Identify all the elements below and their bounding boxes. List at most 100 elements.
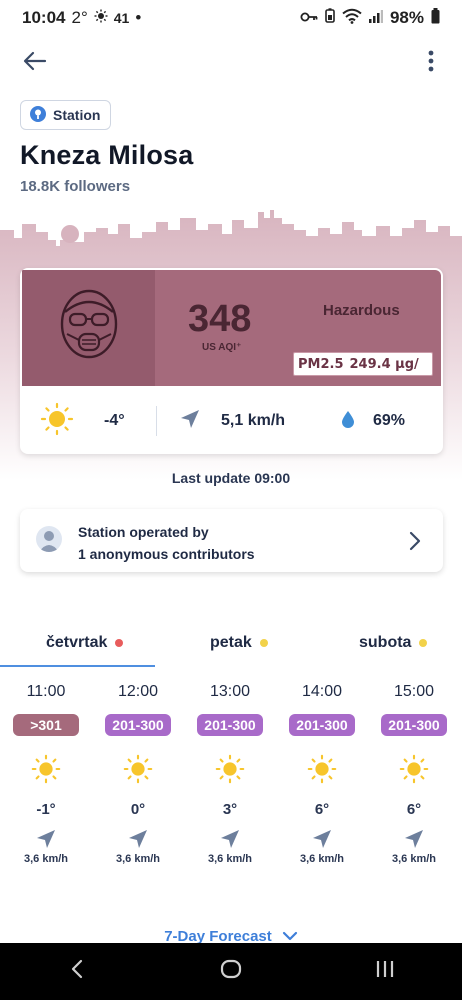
aqi-main: 348 US AQI⁺ Hazardous PM2.5 249.4 µg/ bbox=[155, 270, 441, 386]
contributors-line1: Station operated by bbox=[78, 524, 209, 540]
hour-time: 13:00 bbox=[209, 683, 251, 700]
aqi-value: 348 bbox=[188, 298, 252, 340]
sun-small-icon bbox=[94, 8, 108, 28]
hourly-item: 13:00 201-300 3° 3,6 km/h bbox=[184, 680, 276, 865]
weather-temp-cell: -4° bbox=[20, 402, 156, 441]
pollutant-name: PM2.5 bbox=[298, 356, 344, 372]
battery-percent: 98% bbox=[389, 8, 424, 27]
hour-time: 14:00 bbox=[301, 683, 343, 700]
battery-icon bbox=[431, 7, 440, 29]
followers-count: 18.8K followers bbox=[20, 178, 131, 195]
status-notif-count: 41 bbox=[113, 10, 130, 26]
wind-direction-icon bbox=[311, 828, 333, 850]
back-button[interactable] bbox=[18, 46, 52, 80]
hour-wind-speed: 3,6 km/h bbox=[391, 853, 437, 865]
contributors-line2: 1 anonymous contributors bbox=[78, 546, 255, 562]
sun-icon bbox=[40, 402, 74, 441]
station-chip: Station bbox=[20, 100, 112, 130]
hour-time: 11:00 bbox=[26, 683, 66, 700]
tab-label: subota bbox=[359, 634, 412, 651]
contributors-card[interactable]: Station operated by 1 anonymous contribu… bbox=[20, 509, 443, 572]
gas-mask-icon bbox=[57, 288, 121, 369]
nav-recents-icon bbox=[374, 959, 396, 984]
current-temperature: -4° bbox=[104, 412, 125, 429]
signal-icon bbox=[368, 8, 383, 28]
aqi-level: Hazardous bbox=[323, 302, 400, 319]
hourly-item: 12:00 201-300 0° 3,6 km/h bbox=[92, 680, 184, 865]
system-nav-bar bbox=[0, 943, 462, 1000]
wind-direction-icon bbox=[35, 828, 57, 850]
hourly-item: 11:00 >301 -1° 3,6 km/h bbox=[0, 680, 92, 865]
sun-icon bbox=[123, 754, 153, 784]
battery-saver-icon bbox=[325, 8, 335, 28]
nav-home-button[interactable] bbox=[201, 952, 261, 992]
tab-label: četvrtak bbox=[46, 634, 108, 651]
tab-dot bbox=[259, 639, 268, 647]
hour-time: 15:00 bbox=[393, 683, 435, 700]
nav-recents-button[interactable] bbox=[355, 952, 415, 992]
tab-day-2[interactable]: petak bbox=[210, 620, 268, 666]
nav-back-button[interactable] bbox=[47, 952, 107, 992]
nav-home-icon bbox=[220, 959, 242, 984]
status-time: 10:04 bbox=[22, 8, 66, 27]
page-title: Kneza Milosa bbox=[20, 140, 194, 170]
hour-time: 12:00 bbox=[117, 683, 159, 700]
hourly-item: 15:00 201-300 6° 3,6 km/h bbox=[368, 680, 460, 865]
hour-aqi-badge: 201-300 bbox=[381, 714, 447, 736]
weather-humidity-cell: 69% bbox=[317, 410, 437, 433]
day-tabs: četvrtak petak subota bbox=[0, 620, 462, 668]
person-avatar-icon bbox=[36, 526, 62, 552]
key-icon bbox=[300, 8, 318, 28]
status-temp: 2° bbox=[71, 8, 88, 27]
wind-direction-icon bbox=[219, 828, 241, 850]
sun-icon bbox=[31, 754, 61, 784]
wind-direction-icon bbox=[403, 828, 425, 850]
sun-icon bbox=[307, 754, 337, 784]
tab-label: petak bbox=[210, 634, 252, 651]
contributors-text: Station operated by 1 anonymous contribu… bbox=[78, 521, 255, 565]
aqi-face-panel bbox=[22, 270, 155, 386]
chevron-right-icon bbox=[405, 529, 425, 553]
hour-aqi-badge: 201-300 bbox=[105, 714, 171, 736]
hour-wind-speed: 3,6 km/h bbox=[207, 853, 253, 865]
droplet-icon bbox=[341, 410, 355, 433]
tab-day-3[interactable]: subota bbox=[359, 620, 428, 666]
aqi-card[interactable]: 348 US AQI⁺ Hazardous PM2.5 249.4 µg/ -4… bbox=[20, 268, 443, 454]
hour-wind-speed: 3,6 km/h bbox=[115, 853, 161, 865]
aqi-summary: 348 US AQI⁺ Hazardous PM2.5 249.4 µg/ bbox=[22, 270, 441, 386]
sun-icon bbox=[399, 754, 429, 784]
tab-dot bbox=[115, 639, 124, 647]
status-dot: • bbox=[135, 8, 142, 27]
wifi-icon bbox=[342, 8, 362, 29]
weather-wind-cell: 5,1 km/h bbox=[157, 408, 317, 435]
status-bar: 10:04 2° 41 • 98% bbox=[0, 0, 462, 36]
hour-aqi-badge: 201-300 bbox=[289, 714, 355, 736]
hour-temperature: 6° bbox=[314, 801, 330, 818]
hour-wind-speed: 3,6 km/h bbox=[299, 853, 345, 865]
tab-day-1[interactable]: četvrtak bbox=[46, 620, 124, 666]
more-options-button[interactable] bbox=[416, 46, 446, 80]
pollutant-value: 249.4 µg/ bbox=[349, 356, 419, 372]
station-chip-label: Station bbox=[53, 107, 101, 123]
hour-aqi-badge: 201-300 bbox=[197, 714, 263, 736]
hour-temperature: 0° bbox=[130, 801, 146, 818]
hour-aqi-badge: >301 bbox=[13, 714, 79, 736]
sun-icon bbox=[215, 754, 245, 784]
hourly-item: 14:00 201-300 6° 3,6 km/h bbox=[276, 680, 368, 865]
back-arrow-icon bbox=[23, 51, 47, 76]
more-vert-icon bbox=[428, 50, 434, 77]
wind-direction-icon bbox=[179, 408, 201, 435]
last-update: Last update 09:00 bbox=[171, 470, 291, 486]
aqi-unit: US AQI⁺ bbox=[202, 342, 242, 353]
main-pollutant: PM2.5 249.4 µg/ bbox=[293, 352, 433, 376]
hour-temperature: -1° bbox=[36, 801, 56, 818]
hourly-forecast: 11:00 >301 -1° 3,6 km/h 12:00 201-300 0° 3,6 km… bbox=[0, 680, 462, 900]
wind-direction-icon bbox=[127, 828, 149, 850]
app-bar bbox=[0, 40, 462, 84]
tab-dot bbox=[419, 639, 428, 647]
weather-row: -4° 5,1 km/h 69% bbox=[20, 388, 443, 454]
station-pin-icon bbox=[29, 105, 47, 126]
wind-speed: 5,1 km/h bbox=[221, 412, 286, 429]
tab-active-indicator bbox=[0, 665, 155, 667]
humidity: 69% bbox=[373, 412, 406, 429]
